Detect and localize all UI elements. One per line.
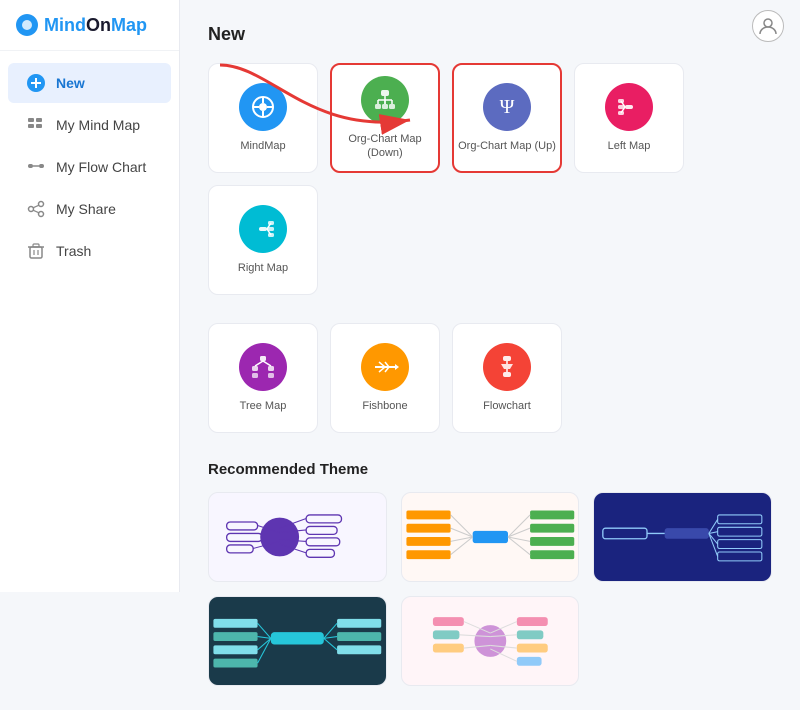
grid-icon bbox=[26, 115, 46, 135]
theme-preview-4 bbox=[209, 597, 386, 685]
theme-card-3[interactable] bbox=[593, 492, 772, 582]
theme-card-4[interactable] bbox=[208, 596, 387, 686]
sidebar-item-my-share[interactable]: My Share bbox=[8, 189, 171, 229]
template-card-mindmap[interactable]: MindMap bbox=[208, 63, 318, 173]
main: New MindMap Org-Chart Map(Down) Ψ bbox=[180, 0, 800, 710]
flowchart-label: Flowchart bbox=[483, 399, 531, 413]
sidebar-my-share-label: My Share bbox=[56, 201, 116, 217]
share-icon bbox=[26, 199, 46, 219]
main-content-wrapper: New MindMap Org-Chart Map(Down) Ψ bbox=[180, 0, 800, 592]
template-card-org-chart-up[interactable]: Ψ Org-Chart Map (Up) bbox=[452, 63, 562, 173]
sidebar: MindOnMap New My Mind Map My Flow Chart bbox=[0, 0, 180, 592]
org-chart-down-icon-circle bbox=[361, 76, 409, 124]
tree-map-icon-circle bbox=[239, 343, 287, 391]
template-card-org-chart-down[interactable]: Org-Chart Map(Down) bbox=[330, 63, 440, 173]
sidebar-item-new[interactable]: New bbox=[8, 63, 171, 103]
sidebar-nav: New My Mind Map My Flow Chart My Share bbox=[0, 51, 179, 283]
org-chart-up-icon-circle: Ψ bbox=[483, 83, 531, 131]
sidebar-trash-label: Trash bbox=[56, 243, 91, 259]
theme-section: Recommended Theme bbox=[208, 461, 772, 686]
logo-text: MindOnMap bbox=[44, 15, 147, 36]
template-card-fishbone[interactable]: Fishbone bbox=[330, 323, 440, 433]
user-icon[interactable] bbox=[752, 10, 784, 42]
theme-preview-5 bbox=[402, 597, 579, 685]
template-card-tree-map[interactable]: Tree Map bbox=[208, 323, 318, 433]
tree-map-label: Tree Map bbox=[240, 399, 287, 413]
svg-text:Ψ: Ψ bbox=[500, 96, 515, 118]
left-map-label: Left Map bbox=[608, 139, 651, 153]
topbar bbox=[752, 10, 784, 42]
logo-icon bbox=[16, 14, 38, 36]
theme-preview-3 bbox=[594, 493, 771, 581]
theme-preview-1 bbox=[209, 493, 386, 581]
left-map-icon-circle bbox=[605, 83, 653, 131]
section-title: New bbox=[208, 24, 772, 45]
mindmap-label: MindMap bbox=[240, 139, 285, 153]
sidebar-item-my-mind-map[interactable]: My Mind Map bbox=[8, 105, 171, 145]
template-grid-row2: Tree Map Fishbone Flowchart bbox=[208, 323, 772, 433]
template-grid: MindMap Org-Chart Map(Down) Ψ Org-Chart … bbox=[208, 63, 772, 295]
plus-icon bbox=[26, 73, 46, 93]
template-card-flowchart[interactable]: Flowchart bbox=[452, 323, 562, 433]
right-map-icon-circle bbox=[239, 205, 287, 253]
theme-card-1[interactable] bbox=[208, 492, 387, 582]
theme-grid bbox=[208, 492, 772, 686]
mindmap-icon-circle bbox=[239, 83, 287, 131]
template-card-right-map[interactable]: Right Map bbox=[208, 185, 318, 295]
fishbone-icon-circle bbox=[361, 343, 409, 391]
sidebar-new-label: New bbox=[56, 75, 85, 91]
fishbone-label: Fishbone bbox=[362, 399, 407, 413]
recommended-title: Recommended Theme bbox=[208, 461, 772, 478]
right-map-label: Right Map bbox=[238, 261, 288, 275]
flow-icon bbox=[26, 157, 46, 177]
org-chart-up-label: Org-Chart Map (Up) bbox=[458, 139, 556, 153]
theme-card-2[interactable] bbox=[401, 492, 580, 582]
template-card-left-map[interactable]: Left Map bbox=[574, 63, 684, 173]
logo-area: MindOnMap bbox=[0, 0, 179, 51]
sidebar-item-my-flow-chart[interactable]: My Flow Chart bbox=[8, 147, 171, 187]
trash-icon bbox=[26, 241, 46, 261]
sidebar-my-flow-chart-label: My Flow Chart bbox=[56, 159, 146, 175]
flowchart-icon-circle bbox=[483, 343, 531, 391]
sidebar-my-mind-map-label: My Mind Map bbox=[56, 117, 140, 133]
theme-card-5[interactable] bbox=[401, 596, 580, 686]
org-chart-down-label: Org-Chart Map(Down) bbox=[348, 132, 421, 161]
sidebar-item-trash[interactable]: Trash bbox=[8, 231, 171, 271]
theme-preview-2 bbox=[402, 493, 579, 581]
